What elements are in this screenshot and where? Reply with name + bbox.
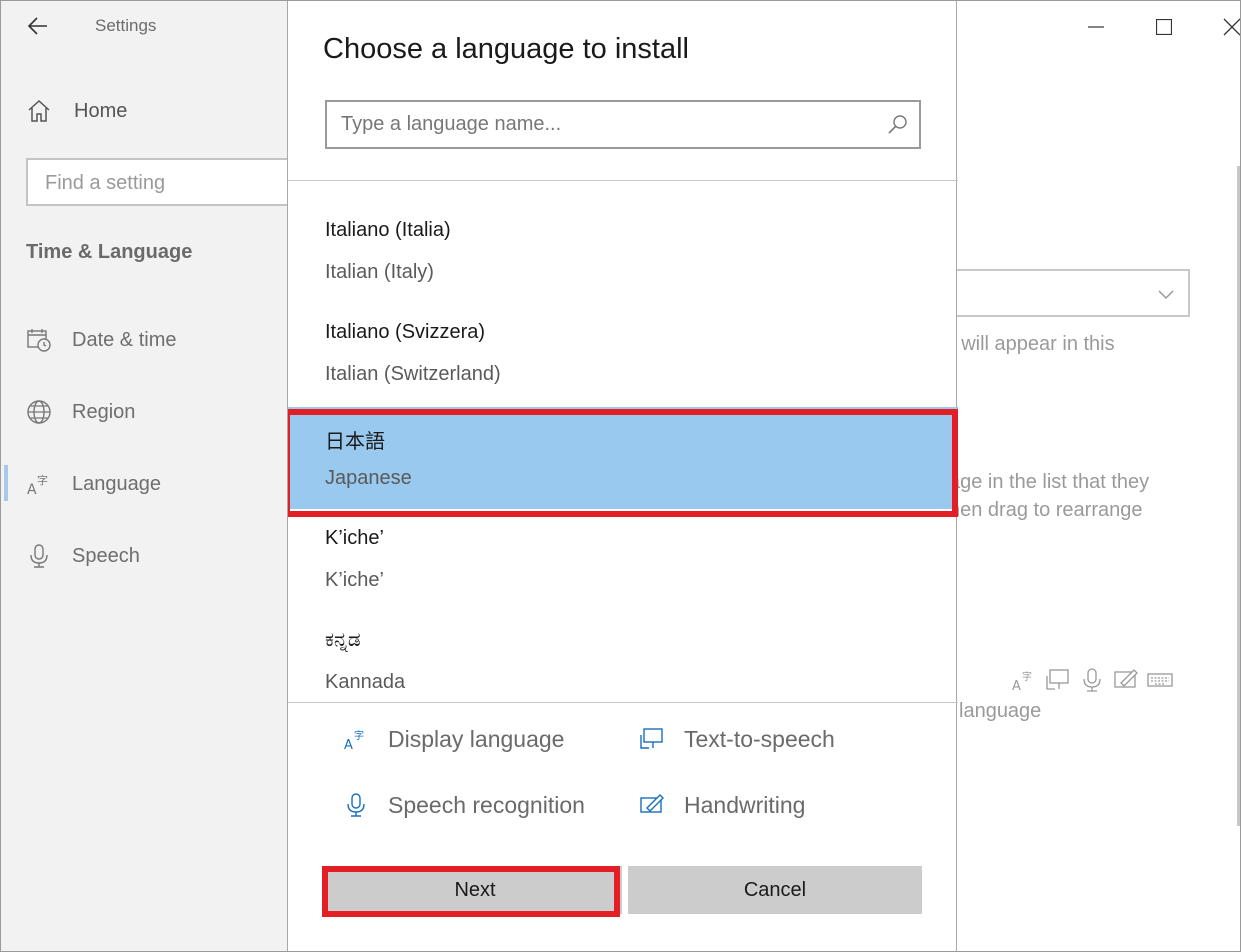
svg-text:A: A bbox=[27, 482, 37, 497]
feature-handwriting: Handwriting bbox=[638, 785, 805, 825]
feature-label: Text-to-speech bbox=[684, 725, 835, 752]
language-list-item[interactable]: ಕನ್ನಡ Kannada bbox=[288, 611, 958, 702]
microphone-icon bbox=[1077, 665, 1107, 695]
windows-display-language-dropdown[interactable] bbox=[941, 269, 1190, 317]
selection-highlight-box bbox=[288, 409, 958, 517]
sidebar-item-label: Speech bbox=[72, 544, 140, 567]
find-setting-input[interactable]: Find a setting bbox=[26, 158, 296, 206]
keyboard-icon bbox=[1145, 665, 1175, 695]
feature-label: Handwriting bbox=[684, 791, 806, 818]
sidebar-item-speech[interactable]: Speech bbox=[1, 534, 287, 578]
calendar-clock-icon bbox=[25, 326, 53, 354]
microphone-icon bbox=[342, 791, 370, 819]
background-text: age in the list that they bbox=[949, 471, 1150, 493]
svg-text:A: A bbox=[344, 738, 353, 752]
settings-sidebar: Settings Home Find a setting Time & Lang… bbox=[1, 1, 296, 951]
svg-text:A: A bbox=[1012, 679, 1021, 693]
search-icon[interactable] bbox=[887, 114, 909, 136]
language-icon: A字 bbox=[25, 470, 53, 498]
minimize-icon bbox=[1088, 26, 1104, 28]
window-controls bbox=[1030, 1, 1240, 53]
language-native-name: Italiano (Italia) bbox=[325, 219, 451, 241]
close-window-button[interactable] bbox=[1214, 9, 1240, 45]
sidebar-item-label: Language bbox=[72, 472, 161, 495]
language-english-name: Italian (Italy) bbox=[325, 261, 434, 283]
language-native-name: K’iche’ bbox=[325, 527, 384, 549]
background-text: language bbox=[959, 700, 1042, 722]
sidebar-item-label: Date & time bbox=[72, 328, 177, 351]
back-arrow-icon bbox=[28, 17, 47, 35]
sidebar-item-label: Home bbox=[74, 99, 128, 122]
scrollbar[interactable] bbox=[1237, 166, 1240, 826]
language-native-name: isiZulu bbox=[324, 181, 382, 187]
background-text: r will appear in this bbox=[949, 333, 1115, 355]
dialog-title: Choose a language to install bbox=[323, 33, 689, 65]
language-english-name: Italian (Switzerland) bbox=[325, 363, 501, 385]
feature-label: Display language bbox=[388, 725, 565, 752]
section-title: Time & Language bbox=[26, 241, 193, 263]
feature-label: Speech recognition bbox=[388, 791, 585, 818]
background-text: hen drag to rearrange bbox=[949, 499, 1143, 521]
chevron-down-icon bbox=[1158, 290, 1174, 300]
language-search-input[interactable] bbox=[341, 110, 871, 139]
text-to-speech-icon bbox=[638, 725, 666, 753]
svg-text:字: 字 bbox=[354, 729, 364, 742]
language-english-name: K’iche’ bbox=[325, 569, 384, 591]
sidebar-item-date-time[interactable]: Date & time bbox=[1, 318, 287, 362]
svg-text:字: 字 bbox=[1022, 670, 1032, 683]
find-setting-placeholder: Find a setting bbox=[45, 172, 166, 194]
settings-window: Settings Home Find a setting Time & Lang… bbox=[0, 0, 1241, 952]
choose-language-dialog: Choose a language to install isiZulu Ita… bbox=[287, 1, 958, 951]
language-english-name: Kannada bbox=[325, 671, 406, 693]
language-search-box[interactable] bbox=[325, 100, 921, 149]
maximize-icon bbox=[1156, 19, 1172, 35]
language-list-item[interactable]: K’iche’ K’iche’ bbox=[288, 509, 958, 611]
sidebar-item-label: Region bbox=[72, 400, 136, 423]
language-list-item[interactable]: Italiano (Italia) Italian (Italy) bbox=[288, 201, 958, 303]
maximize-button[interactable] bbox=[1146, 9, 1182, 45]
globe-icon bbox=[25, 398, 53, 426]
next-highlight-box bbox=[322, 866, 620, 917]
back-button[interactable] bbox=[21, 11, 55, 41]
language-features: A字 Display language Text-to-speech Speec… bbox=[288, 704, 958, 854]
language-feature-icons: A字 bbox=[1009, 665, 1179, 695]
handwriting-icon bbox=[638, 791, 666, 819]
sidebar-item-region[interactable]: Region bbox=[1, 390, 287, 434]
language-icon: A字 bbox=[342, 725, 370, 753]
microphone-icon bbox=[25, 542, 53, 570]
cancel-button[interactable]: Cancel bbox=[628, 866, 922, 914]
svg-text:字: 字 bbox=[37, 473, 48, 487]
home-icon bbox=[25, 97, 53, 125]
close-icon bbox=[1223, 18, 1240, 36]
minimize-button[interactable] bbox=[1078, 9, 1114, 45]
language-native-name: ಕನ್ನಡ bbox=[325, 629, 361, 651]
language-list-item[interactable]: Italiano (Svizzera) Italian (Switzerland… bbox=[288, 303, 958, 405]
language-list[interactable]: isiZulu Italiano (Italia) Italian (Italy… bbox=[288, 180, 958, 703]
feature-display-language: A字 Display language bbox=[342, 719, 564, 759]
app-title: Settings bbox=[95, 16, 157, 35]
sidebar-item-language[interactable]: A字 Language bbox=[1, 462, 287, 506]
text-to-speech-icon bbox=[1043, 665, 1073, 695]
feature-speech-recognition: Speech recognition bbox=[342, 785, 585, 825]
handwriting-icon bbox=[1111, 665, 1141, 695]
feature-text-to-speech: Text-to-speech bbox=[638, 719, 835, 759]
sidebar-item-home[interactable]: Home bbox=[1, 89, 287, 133]
language-native-name: Italiano (Svizzera) bbox=[325, 321, 486, 343]
language-icon: A字 bbox=[1009, 665, 1039, 695]
